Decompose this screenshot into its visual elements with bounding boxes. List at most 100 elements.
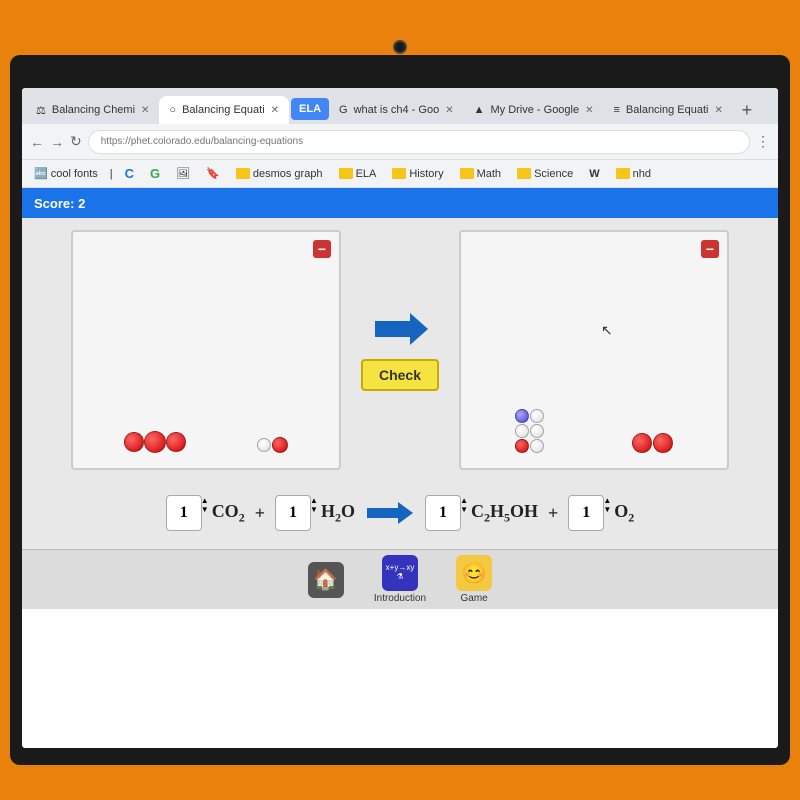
tab-close5[interactable]: ✕ bbox=[714, 105, 722, 116]
coeff3-value: 1 bbox=[439, 504, 447, 522]
atom-oxygen2 bbox=[166, 432, 186, 452]
atom-h1 bbox=[530, 409, 544, 423]
reactants-box: − bbox=[71, 230, 341, 470]
tab-icon5: ≡ bbox=[614, 104, 620, 116]
plus1: + bbox=[255, 503, 265, 524]
tab-icon2: ○ bbox=[169, 104, 176, 116]
bookmark-c[interactable]: C bbox=[121, 164, 138, 183]
taskbar-game[interactable]: 😊 Game bbox=[456, 555, 492, 604]
atom-o4 bbox=[515, 439, 529, 453]
equation-area: − bbox=[37, 230, 763, 470]
tab-close3[interactable]: ✕ bbox=[445, 105, 453, 116]
taskbar-intro[interactable]: x+y→xy⚗ Introduction bbox=[374, 555, 426, 604]
tab-close4[interactable]: ✕ bbox=[585, 105, 593, 116]
settings-icon[interactable]: ⋮ bbox=[756, 133, 770, 150]
coeff3-arrows: ▲ ▼ bbox=[460, 496, 468, 514]
tab-icon: ⚖ bbox=[36, 104, 46, 117]
h2o-molecule bbox=[257, 437, 288, 453]
coeff1-box[interactable]: 1 ▲ ▼ bbox=[166, 495, 202, 531]
bookmark-history[interactable]: History bbox=[388, 166, 447, 182]
bookmarks-bar: 🔤 cool fonts | C G 🖼 🔖 desmos graph ELA … bbox=[22, 160, 778, 188]
score-text: Score: 2 bbox=[34, 196, 85, 211]
coeff2-box[interactable]: 1 ▲ ▼ bbox=[275, 495, 311, 531]
intro-icon[interactable]: x+y→xy⚗ bbox=[382, 555, 418, 591]
coeff2-arrows: ▲ ▼ bbox=[310, 496, 318, 514]
coeff3-up[interactable]: ▲ bbox=[460, 496, 468, 505]
tab-balancing-equati2[interactable]: ≡ Balancing Equati ✕ bbox=[604, 96, 733, 124]
equation-arrow bbox=[365, 499, 415, 527]
coeff1-up[interactable]: ▲ bbox=[201, 496, 209, 505]
reactants-minus-btn[interactable]: − bbox=[313, 240, 331, 258]
formula-c2h5oh: C2H5OH bbox=[471, 501, 538, 526]
screen: ⚖ Balancing Chemi ✕ ○ Balancing Equati ✕… bbox=[22, 88, 778, 748]
coeff2-down[interactable]: ▼ bbox=[310, 505, 318, 514]
address-input[interactable] bbox=[88, 130, 750, 154]
bookmark-separator1: | bbox=[110, 168, 113, 180]
bookmark-images[interactable]: 🖼 bbox=[172, 165, 194, 182]
tab-close[interactable]: ✕ bbox=[141, 105, 149, 116]
science-folder bbox=[517, 168, 531, 179]
coeff2-value: 1 bbox=[289, 504, 297, 522]
back-button[interactable]: ← bbox=[30, 134, 44, 150]
math-folder bbox=[460, 168, 474, 179]
tab-ela-badge[interactable]: ELA bbox=[291, 98, 329, 120]
bookmark-w[interactable]: W bbox=[585, 166, 603, 182]
bookmark-label: cool fonts bbox=[51, 168, 98, 180]
main-content: − bbox=[22, 218, 778, 549]
center-column: Check bbox=[361, 309, 439, 391]
tab-label4: My Drive - Google bbox=[490, 104, 579, 116]
coeff1-down[interactable]: ▼ bbox=[201, 505, 209, 514]
tab-my-drive[interactable]: ▲ My Drive - Google ✕ bbox=[464, 96, 604, 124]
tab-label5: Balancing Equati bbox=[626, 104, 709, 116]
coeff3-down[interactable]: ▼ bbox=[460, 505, 468, 514]
formula-h2o: H2O bbox=[321, 501, 355, 526]
sub-h5: 5 bbox=[504, 510, 510, 524]
atom-o5 bbox=[632, 433, 652, 453]
sub-c2: 2 bbox=[484, 510, 490, 524]
game-label: Game bbox=[461, 593, 488, 604]
nhd-folder bbox=[616, 168, 630, 179]
tab-what-is-ch4[interactable]: G what is ch4 - Goo ✕ bbox=[329, 96, 464, 124]
check-button[interactable]: Check bbox=[361, 359, 439, 391]
coeff2-up[interactable]: ▲ bbox=[310, 496, 318, 505]
bookmark-desmos[interactable]: desmos graph bbox=[232, 166, 327, 182]
drive-icon: ▲ bbox=[474, 104, 485, 116]
game-icon[interactable]: 😊 bbox=[456, 555, 492, 591]
atom-h4 bbox=[530, 439, 544, 453]
reload-button[interactable]: ↻ bbox=[70, 133, 82, 150]
tab-balancing-chemi[interactable]: ⚖ Balancing Chemi ✕ bbox=[26, 96, 159, 124]
atom-oxygen3 bbox=[272, 437, 288, 453]
bookmark-g[interactable]: G bbox=[146, 164, 164, 183]
bookmark-science[interactable]: Science bbox=[513, 166, 577, 182]
plus2: + bbox=[548, 503, 558, 524]
new-tab-button[interactable]: + bbox=[733, 96, 761, 124]
bookmark-misc[interactable]: 🔖 bbox=[202, 165, 224, 182]
taskbar-home[interactable]: 🏠 bbox=[308, 562, 344, 598]
coeff3-box[interactable]: 1 ▲ ▼ bbox=[425, 495, 461, 531]
bookmark-cool-fonts[interactable]: 🔤 cool fonts bbox=[30, 165, 102, 182]
formula-co2: CO2 bbox=[212, 501, 245, 526]
taskbar: 🏠 x+y→xy⚗ Introduction 😊 Game bbox=[22, 549, 778, 609]
coeff4-down[interactable]: ▼ bbox=[603, 505, 611, 514]
home-icon[interactable]: 🏠 bbox=[308, 562, 344, 598]
chemical-equation: 1 ▲ ▼ CO2 + 1 ▲ ▼ H2O bbox=[37, 485, 763, 541]
bookmark-nhd[interactable]: nhd bbox=[612, 166, 655, 182]
nhd-label: nhd bbox=[633, 168, 651, 180]
bookmark-math[interactable]: Math bbox=[456, 166, 505, 182]
math-label: Math bbox=[477, 168, 501, 180]
forward-button[interactable]: → bbox=[50, 134, 64, 150]
atom-hydrogen1 bbox=[257, 438, 271, 452]
coeff4-value: 1 bbox=[582, 504, 590, 522]
reactants-molecules bbox=[73, 431, 339, 453]
bookmark-ela[interactable]: ELA bbox=[335, 166, 381, 182]
coeff4-up[interactable]: ▲ bbox=[603, 496, 611, 505]
co2-molecule bbox=[124, 431, 186, 453]
desmos-label: desmos graph bbox=[253, 168, 323, 180]
tab-balancing-equati[interactable]: ○ Balancing Equati ✕ bbox=[159, 96, 289, 124]
coeff4-box[interactable]: 1 ▲ ▼ bbox=[568, 495, 604, 531]
tab-close2[interactable]: ✕ bbox=[271, 105, 279, 116]
cursor-pointer: ↖ bbox=[601, 322, 613, 339]
products-minus-btn[interactable]: − bbox=[701, 240, 719, 258]
ela-label: ELA bbox=[356, 168, 377, 180]
history-label: History bbox=[409, 168, 443, 180]
